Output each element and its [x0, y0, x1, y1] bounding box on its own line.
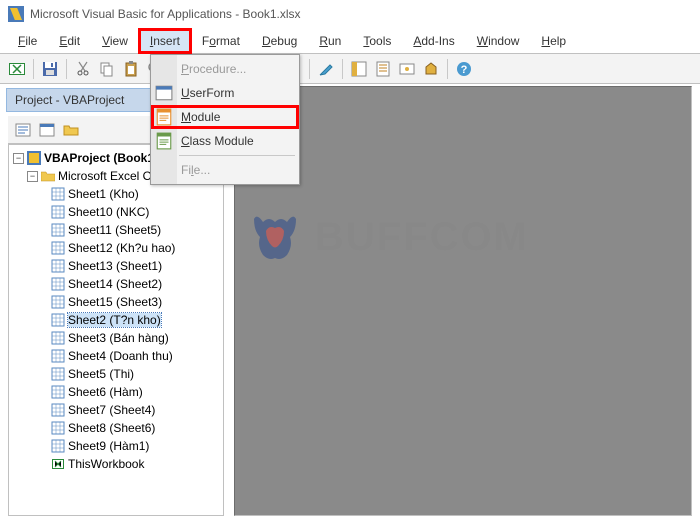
menu-view[interactable]: View	[92, 30, 138, 52]
menu-bar: File Edit View Insert Format Debug Run T…	[0, 28, 700, 54]
dropdown-procedure[interactable]: Procedure...	[151, 57, 299, 81]
save-button[interactable]	[39, 58, 61, 80]
project-tree[interactable]: − VBAProject (Book1) − Microsoft Excel O…	[8, 144, 224, 516]
design-mode-button[interactable]	[315, 58, 337, 80]
dropdown-userform[interactable]: UserForm	[151, 81, 299, 105]
menu-format[interactable]: Format	[192, 30, 250, 52]
sheet-icon	[51, 205, 65, 219]
sheet-icon	[51, 331, 65, 345]
paste-button[interactable]	[120, 58, 142, 80]
tree-sheet[interactable]: Sheet3 (Bán hàng)	[11, 329, 221, 347]
window-title: Microsoft Visual Basic for Applications …	[30, 7, 301, 21]
excel-view-button[interactable]	[6, 58, 28, 80]
tree-sheet[interactable]: Sheet6 (Hàm)	[11, 383, 221, 401]
sheet-icon	[51, 439, 65, 453]
watermark: BUFFCOM	[245, 207, 529, 267]
object-browser-button[interactable]	[396, 58, 418, 80]
tree-sheet[interactable]: Sheet8 (Sheet6)	[11, 419, 221, 437]
tree-thisworkbook[interactable]: ThisWorkbook	[11, 455, 221, 473]
menu-insert[interactable]: Insert	[140, 30, 190, 52]
module-icon	[155, 108, 173, 126]
sheet-icon	[51, 295, 65, 309]
tree-sheet[interactable]: Sheet5 (Thi)	[11, 365, 221, 383]
properties-button[interactable]	[372, 58, 394, 80]
copy-button[interactable]	[96, 58, 118, 80]
tree-sheet[interactable]: Sheet14 (Sheet2)	[11, 275, 221, 293]
sheet-icon	[51, 259, 65, 273]
project-pane-title: Project - VBAProject	[6, 88, 161, 112]
svg-text:?: ?	[461, 64, 468, 76]
tree-sheet[interactable]: Sheet10 (NKC)	[11, 203, 221, 221]
sheet-icon	[51, 277, 65, 291]
sheet-icon	[51, 187, 65, 201]
toolbox-button[interactable]	[420, 58, 442, 80]
tree-sheet[interactable]: Sheet11 (Sheet5)	[11, 221, 221, 239]
vba-app-icon	[8, 6, 24, 22]
menu-run[interactable]: Run	[309, 30, 351, 52]
sheet-icon	[51, 421, 65, 435]
menu-help[interactable]: Help	[531, 30, 576, 52]
collapse-icon[interactable]: −	[27, 171, 38, 182]
tree-sheet[interactable]: Sheet1 (Kho)	[11, 185, 221, 203]
insert-dropdown: Procedure... UserForm Module Class Modul…	[150, 54, 300, 185]
tree-sheet[interactable]: Sheet2 (T?n kho)	[11, 311, 221, 329]
sheet-icon	[51, 223, 65, 237]
bull-icon	[245, 207, 305, 267]
cut-button[interactable]	[72, 58, 94, 80]
sheet-icon	[51, 385, 65, 399]
menu-debug[interactable]: Debug	[252, 30, 307, 52]
tree-sheet[interactable]: Sheet12 (Kh?u hao)	[11, 239, 221, 257]
tree-sheet[interactable]: Sheet4 (Doanh thu)	[11, 347, 221, 365]
tree-sheet[interactable]: Sheet15 (Sheet3)	[11, 293, 221, 311]
menu-window[interactable]: Window	[467, 30, 530, 52]
view-code-button[interactable]	[12, 119, 34, 141]
sheet-icon	[51, 241, 65, 255]
tree-sheet[interactable]: Sheet7 (Sheet4)	[11, 401, 221, 419]
collapse-icon[interactable]: −	[13, 153, 24, 164]
vbaproject-icon	[27, 151, 41, 165]
toggle-folders-button[interactable]	[60, 119, 82, 141]
workspace: Project - VBAProject − VBAProject (Book1…	[0, 84, 700, 524]
mdi-area: BUFFCOM	[234, 86, 692, 516]
title-bar: Microsoft Visual Basic for Applications …	[0, 0, 700, 28]
menu-edit[interactable]: Edit	[49, 30, 90, 52]
workbook-icon	[51, 457, 65, 471]
view-object-button[interactable]	[36, 119, 58, 141]
sheet-icon	[51, 349, 65, 363]
userform-icon	[155, 84, 173, 102]
menu-tools[interactable]: Tools	[353, 30, 401, 52]
folder-icon	[41, 169, 55, 183]
sheet-icon	[51, 367, 65, 381]
sheet-icon	[51, 403, 65, 417]
dropdown-module[interactable]: Module	[151, 105, 299, 129]
tree-sheet[interactable]: Sheet13 (Sheet1)	[11, 257, 221, 275]
menu-addins[interactable]: Add-Ins	[403, 30, 464, 52]
classmodule-icon	[155, 132, 173, 150]
project-explorer-button[interactable]	[348, 58, 370, 80]
dropdown-classmodule[interactable]: Class Module	[151, 129, 299, 153]
toolbar: ?	[0, 54, 700, 84]
dropdown-file[interactable]: File...	[151, 158, 299, 182]
sheet-icon	[51, 313, 65, 327]
help-button[interactable]: ?	[453, 58, 475, 80]
tree-sheet[interactable]: Sheet9 (Hàm1)	[11, 437, 221, 455]
menu-file[interactable]: File	[8, 30, 47, 52]
